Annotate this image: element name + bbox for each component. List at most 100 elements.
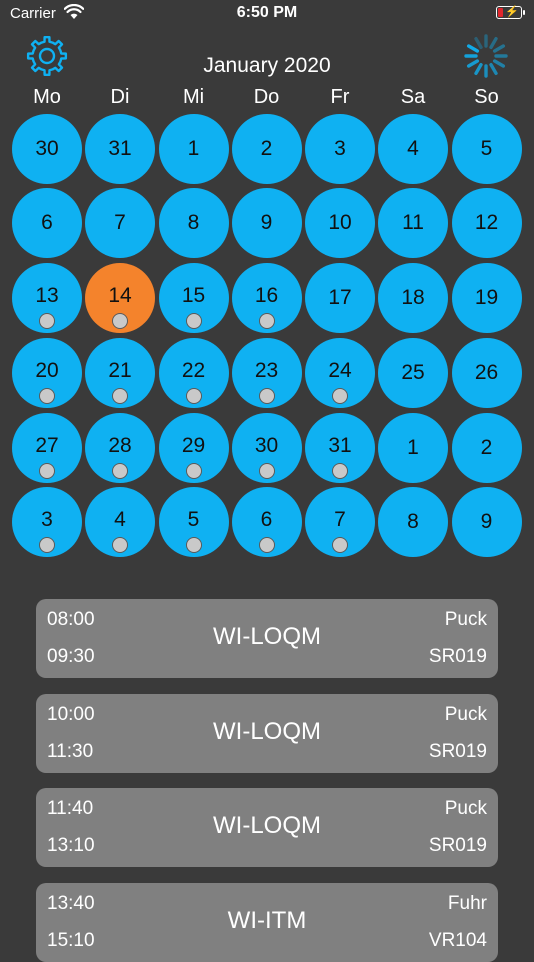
calendar-grid: 30 31 1 2 3 4 5 6 7 8 9 10 11 12 13 14 15 16 17 18 19 20 21 22 2… — [0, 112, 534, 562]
event-indicator-dot — [185, 388, 202, 404]
day-number: 10 — [328, 211, 352, 234]
calendar-day[interactable]: 4 — [85, 487, 155, 557]
calendar-day[interactable]: 1 — [158, 114, 229, 184]
day-number: 8 — [407, 510, 419, 533]
day-number: 30 — [35, 137, 59, 160]
day-number: 8 — [187, 211, 200, 234]
calendar-day[interactable]: 1 — [378, 413, 448, 483]
calendar-day[interactable]: 10 — [305, 188, 375, 258]
event-indicator-dot — [258, 463, 275, 479]
calendar-day[interactable]: 19 — [451, 263, 522, 333]
calendar-day[interactable]: 2 — [231, 114, 302, 184]
calendar-day[interactable]: 7 — [85, 188, 155, 258]
weekday-label: Mo — [33, 86, 61, 108]
day-number: 1 — [187, 137, 200, 160]
calendar-day[interactable]: 25 — [378, 338, 448, 408]
calendar-day[interactable]: 26 — [451, 338, 522, 408]
day-number: 2 — [260, 137, 273, 160]
event-indicator-dot — [112, 537, 128, 553]
calendar-day[interactable]: 4 — [378, 114, 448, 184]
calendar-day[interactable]: 8 — [158, 188, 229, 258]
calendar-day[interactable]: 18 — [378, 263, 448, 333]
calendar-day[interactable]: 5 — [451, 114, 522, 184]
calendar-day[interactable]: 8 — [378, 487, 448, 557]
calendar-day[interactable]: 17 — [305, 263, 375, 333]
spinner-spoke — [489, 36, 498, 50]
calendar-day[interactable]: 28 — [85, 413, 155, 483]
calendar-day[interactable]: 30 — [231, 413, 302, 483]
event-indicator-dot — [39, 313, 55, 329]
event-lecturer: Fuhr — [447, 892, 487, 914]
calendar-day[interactable]: 27 — [12, 413, 82, 483]
event-card[interactable]: 08:00 09:30 WI-LOQM Puck SR019 — [36, 599, 498, 678]
event-indicator-dot — [332, 388, 348, 404]
event-lecturer: Puck — [444, 703, 487, 725]
weekday-label: Fr — [330, 86, 350, 108]
weekday-label: So — [474, 86, 499, 108]
day-number: 31 — [108, 137, 132, 160]
calendar-day[interactable]: 12 — [451, 188, 522, 258]
day-number: 2 — [480, 436, 493, 459]
calendar-day[interactable]: 7 — [305, 487, 375, 557]
day-number: 3 — [334, 137, 346, 160]
event-lecturer: Puck — [444, 609, 487, 630]
spinner-spoke — [492, 44, 506, 53]
spinner-spoke — [474, 36, 483, 50]
calendar-day[interactable]: 30 — [12, 114, 82, 184]
event-room: SR019 — [428, 646, 487, 667]
event-indicator-dot — [185, 313, 202, 329]
calendar-day[interactable]: 6 — [231, 487, 302, 557]
calendar-day[interactable]: 9 — [231, 188, 302, 258]
event-card[interactable]: 10:00 11:30 WI-LOQM Puck SR019 — [36, 693, 498, 773]
calendar-day[interactable]: 3 — [305, 114, 375, 184]
calendar-day[interactable]: 11 — [378, 188, 448, 258]
weekday-header: Mo Di Mi Do Fr Sa So — [0, 86, 534, 112]
event-room: VR104 — [428, 929, 487, 951]
calendar-day[interactable]: 24 — [305, 338, 375, 408]
calendar-day[interactable]: 5 — [158, 487, 229, 557]
day-number: 7 — [114, 211, 126, 234]
day-number: 18 — [401, 286, 425, 309]
calendar-day-selected[interactable]: 14 — [85, 263, 155, 333]
calendar-day[interactable]: 6 — [12, 188, 82, 258]
calendar-day[interactable]: 9 — [451, 487, 522, 557]
calendar-day[interactable]: 13 — [12, 263, 82, 333]
weekday-label: Do — [253, 86, 280, 108]
month-title: January 2020 — [203, 54, 331, 77]
weekday-label: Di — [110, 86, 130, 108]
event-indicator-dot — [112, 313, 128, 329]
calendar-day[interactable]: 29 — [158, 413, 229, 483]
event-lecturer: Puck — [444, 798, 487, 819]
event-room: SR019 — [428, 835, 487, 856]
event-indicator-dot — [39, 463, 55, 479]
event-indicator-dot — [39, 388, 55, 404]
calendar-day[interactable]: 15 — [158, 263, 229, 333]
battery-icon: ⚡ — [496, 6, 525, 19]
day-number: 17 — [328, 286, 352, 309]
event-indicator-dot — [332, 537, 348, 553]
day-number: 4 — [407, 137, 419, 160]
calendar-day[interactable]: 20 — [12, 338, 82, 408]
calendar-day[interactable]: 3 — [12, 487, 82, 557]
event-card[interactable]: 11:40 13:10 WI-LOQM Puck SR019 — [36, 788, 498, 867]
day-number: 26 — [474, 361, 499, 384]
spinner-spoke — [466, 44, 480, 53]
day-number: 9 — [480, 510, 493, 533]
event-indicator-dot — [185, 463, 202, 479]
event-room: SR019 — [428, 740, 487, 762]
calendar-day[interactable]: 23 — [231, 338, 302, 408]
calendar-day[interactable]: 22 — [158, 338, 229, 408]
day-number: 5 — [480, 137, 493, 160]
calendar-day[interactable]: 31 — [85, 114, 155, 184]
calendar-day[interactable]: 21 — [85, 338, 155, 408]
event-indicator-dot — [258, 388, 275, 404]
event-indicator-dot — [258, 313, 275, 329]
calendar-day[interactable]: 31 — [305, 413, 375, 483]
event-indicator-dot — [112, 463, 128, 479]
day-number: 9 — [260, 211, 273, 234]
day-number: 12 — [474, 211, 499, 234]
day-number: 6 — [41, 211, 53, 234]
calendar-day[interactable]: 16 — [231, 263, 302, 333]
day-number: 19 — [474, 286, 499, 309]
calendar-day[interactable]: 2 — [451, 413, 522, 483]
